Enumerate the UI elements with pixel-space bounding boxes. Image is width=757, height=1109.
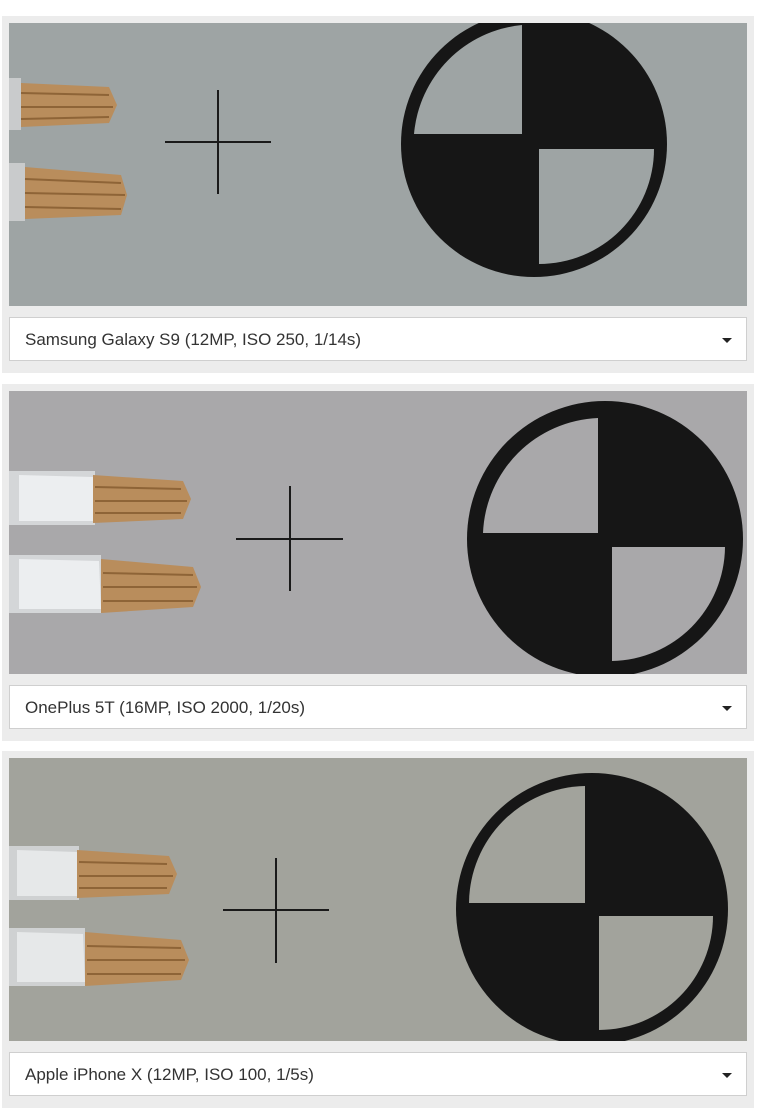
comparison-panel-samsung: Samsung Galaxy S9 (12MP, ISO 250, 1/14s) (2, 16, 754, 373)
chevron-down-icon (722, 1073, 732, 1078)
camera-select[interactable]: Samsung Galaxy S9 (12MP, ISO 250, 1/14s) (9, 317, 747, 361)
chevron-down-icon (722, 706, 732, 711)
sample-photo-image (9, 758, 747, 1041)
comparison-panel-oneplus: OnePlus 5T (16MP, ISO 2000, 1/20s) (2, 384, 754, 741)
camera-select-label: Samsung Galaxy S9 (12MP, ISO 250, 1/14s) (25, 330, 362, 349)
chevron-down-icon (722, 338, 732, 343)
camera-select[interactable]: OnePlus 5T (16MP, ISO 2000, 1/20s) (9, 685, 747, 729)
sample-photo (9, 391, 747, 674)
camera-select[interactable]: Apple iPhone X (12MP, ISO 100, 1/5s) (9, 1052, 747, 1096)
sample-photo-image (9, 23, 747, 306)
sample-photo-image (9, 391, 747, 674)
camera-select-label: Apple iPhone X (12MP, ISO 100, 1/5s) (25, 1065, 314, 1084)
comparison-panel-iphone: Apple iPhone X (12MP, ISO 100, 1/5s) (2, 751, 754, 1108)
sample-photo (9, 23, 747, 306)
sample-photo (9, 758, 747, 1041)
camera-select-label: OnePlus 5T (16MP, ISO 2000, 1/20s) (25, 698, 306, 717)
